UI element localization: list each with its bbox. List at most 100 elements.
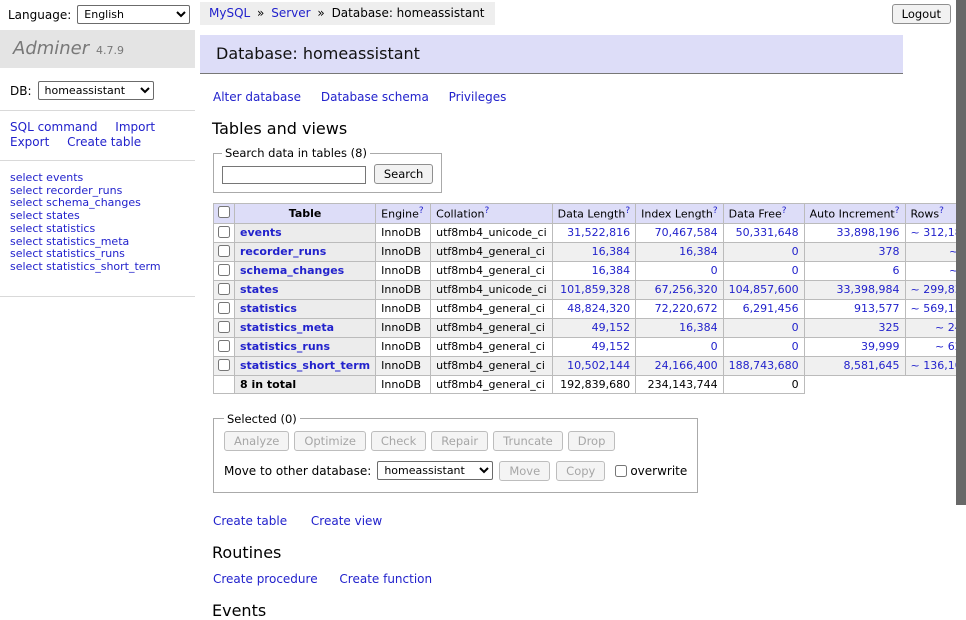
row-checkbox[interactable] bbox=[218, 340, 230, 352]
data-free-cell: 6,291,456 bbox=[723, 299, 804, 318]
search-button[interactable]: Search bbox=[374, 164, 434, 184]
help-icon[interactable]: ? bbox=[713, 206, 718, 216]
table-name-link[interactable]: statistics_runs bbox=[240, 340, 330, 353]
breadcrumb-separator: » bbox=[317, 6, 324, 20]
help-icon[interactable]: ? bbox=[939, 206, 944, 216]
search-legend: Search data in tables (8) bbox=[222, 146, 370, 160]
help-icon[interactable]: ? bbox=[625, 206, 630, 216]
total-row: 8 in total InnoDB utf8mb4_general_ci 192… bbox=[214, 375, 966, 393]
row-checkbox[interactable] bbox=[218, 321, 230, 333]
data-length-cell: 10,502,144 bbox=[552, 356, 635, 375]
engine-cell: InnoDB bbox=[376, 337, 431, 356]
create-view-link[interactable]: Create view bbox=[311, 514, 382, 528]
column-header-label: Index Length bbox=[641, 208, 713, 221]
sidebar-action-links: SQL command Import Export Create table bbox=[0, 111, 170, 150]
optimize-button[interactable]: Optimize bbox=[294, 431, 366, 451]
row-checkbox[interactable] bbox=[218, 283, 230, 295]
create-table-link-sidebar[interactable]: Create table bbox=[67, 135, 141, 149]
auto-increment-cell: 913,577 bbox=[804, 299, 905, 318]
total-data-free: 0 bbox=[723, 375, 804, 393]
db-label: DB: bbox=[10, 84, 32, 98]
table-name-link[interactable]: recorder_runs bbox=[240, 245, 326, 258]
table-name-link[interactable]: statistics bbox=[240, 302, 297, 315]
check-button[interactable]: Check bbox=[371, 431, 426, 451]
select-all-cell bbox=[214, 204, 235, 224]
data-free-cell: 104,857,600 bbox=[723, 280, 804, 299]
table-name-cell: statistics_short_term bbox=[235, 356, 376, 375]
collation-cell: utf8mb4_unicode_ci bbox=[431, 280, 552, 299]
total-empty-cell bbox=[214, 375, 235, 393]
table-name-link[interactable]: statistics_meta bbox=[240, 321, 334, 334]
row-checkbox-cell bbox=[214, 261, 235, 280]
row-checkbox[interactable] bbox=[218, 359, 230, 371]
sidebar-select-link[interactable]: select statistics_short_term bbox=[10, 261, 195, 274]
move-database-select[interactable]: homeassistant bbox=[377, 461, 493, 480]
data-length-cell: 48,824,320 bbox=[552, 299, 635, 318]
engine-cell: InnoDB bbox=[376, 280, 431, 299]
table-name-cell: states bbox=[235, 280, 376, 299]
selected-legend: Selected (0) bbox=[224, 412, 300, 426]
breadcrumb-server-link[interactable]: Server bbox=[271, 6, 310, 20]
routine-links: Create procedure Create function bbox=[200, 572, 956, 586]
truncate-button[interactable]: Truncate bbox=[493, 431, 563, 451]
data-length-cell: 49,152 bbox=[552, 337, 635, 356]
help-icon[interactable]: ? bbox=[419, 206, 424, 216]
column-header-engine: Engine? bbox=[376, 204, 431, 224]
table-name-link[interactable]: events bbox=[240, 226, 282, 239]
create-function-link[interactable]: Create function bbox=[339, 572, 432, 586]
drop-button[interactable]: Drop bbox=[568, 431, 616, 451]
table-name-cell: schema_changes bbox=[235, 261, 376, 280]
sidebar-select-link[interactable]: select events bbox=[10, 172, 195, 185]
create-links: Create table Create view bbox=[200, 514, 956, 528]
breadcrumb-mysql-link[interactable]: MySQL bbox=[209, 6, 250, 20]
main-content: MySQL » Server » Database: homeassistant… bbox=[200, 0, 956, 620]
table-name-link[interactable]: schema_changes bbox=[240, 264, 344, 277]
move-button[interactable]: Move bbox=[499, 461, 550, 481]
table-row: statistics_metaInnoDButf8mb4_general_ci4… bbox=[214, 318, 966, 337]
table-name-link[interactable]: statistics_short_term bbox=[240, 359, 370, 372]
overwrite-checkbox[interactable] bbox=[615, 465, 627, 477]
db-select[interactable]: homeassistant bbox=[38, 81, 154, 100]
alter-database-link[interactable]: Alter database bbox=[213, 90, 301, 104]
help-icon[interactable]: ? bbox=[895, 206, 900, 216]
help-icon[interactable]: ? bbox=[484, 206, 489, 216]
index-length-cell: 0 bbox=[636, 261, 724, 280]
scrollbar[interactable] bbox=[956, 0, 966, 543]
export-link[interactable]: Export bbox=[10, 135, 49, 149]
column-header-label: Data Length bbox=[558, 208, 626, 221]
sidebar-select-link[interactable]: select statistics bbox=[10, 223, 195, 236]
table-name-link[interactable]: states bbox=[240, 283, 279, 296]
auto-increment-cell: 8,581,645 bbox=[804, 356, 905, 375]
table-row: recorder_runsInnoDButf8mb4_general_ci16,… bbox=[214, 242, 966, 261]
sql-command-link[interactable]: SQL command bbox=[10, 120, 97, 134]
row-checkbox[interactable] bbox=[218, 245, 230, 257]
data-length-cell: 16,384 bbox=[552, 261, 635, 280]
adminer-logo: Adminer 4.7.9 bbox=[0, 30, 195, 68]
engine-cell: InnoDB bbox=[376, 318, 431, 337]
auto-increment-cell: 33,898,196 bbox=[804, 223, 905, 242]
scrollbar-thumb[interactable] bbox=[956, 0, 966, 505]
language-select[interactable]: English bbox=[77, 5, 190, 24]
database-schema-link[interactable]: Database schema bbox=[321, 90, 429, 104]
create-table-link[interactable]: Create table bbox=[213, 514, 287, 528]
select-all-checkbox[interactable] bbox=[218, 206, 230, 218]
row-checkbox-cell bbox=[214, 337, 235, 356]
row-checkbox[interactable] bbox=[218, 302, 230, 314]
auto-increment-cell: 33,398,984 bbox=[804, 280, 905, 299]
breadcrumb-current: Database: homeassistant bbox=[332, 6, 485, 20]
row-checkbox[interactable] bbox=[218, 264, 230, 276]
engine-cell: InnoDB bbox=[376, 356, 431, 375]
create-procedure-link[interactable]: Create procedure bbox=[213, 572, 318, 586]
row-checkbox[interactable] bbox=[218, 226, 230, 238]
search-input[interactable] bbox=[222, 166, 366, 184]
privileges-link[interactable]: Privileges bbox=[449, 90, 507, 104]
copy-button[interactable]: Copy bbox=[556, 461, 605, 481]
repair-button[interactable]: Repair bbox=[431, 431, 488, 451]
breadcrumb: MySQL » Server » Database: homeassistant bbox=[200, 2, 495, 25]
analyze-button[interactable]: Analyze bbox=[224, 431, 289, 451]
table-row: statisticsInnoDButf8mb4_general_ci48,824… bbox=[214, 299, 966, 318]
help-icon[interactable]: ? bbox=[782, 206, 787, 216]
collation-cell: utf8mb4_general_ci bbox=[431, 299, 552, 318]
sidebar-select-link[interactable]: select states bbox=[10, 210, 195, 223]
import-link[interactable]: Import bbox=[115, 120, 155, 134]
